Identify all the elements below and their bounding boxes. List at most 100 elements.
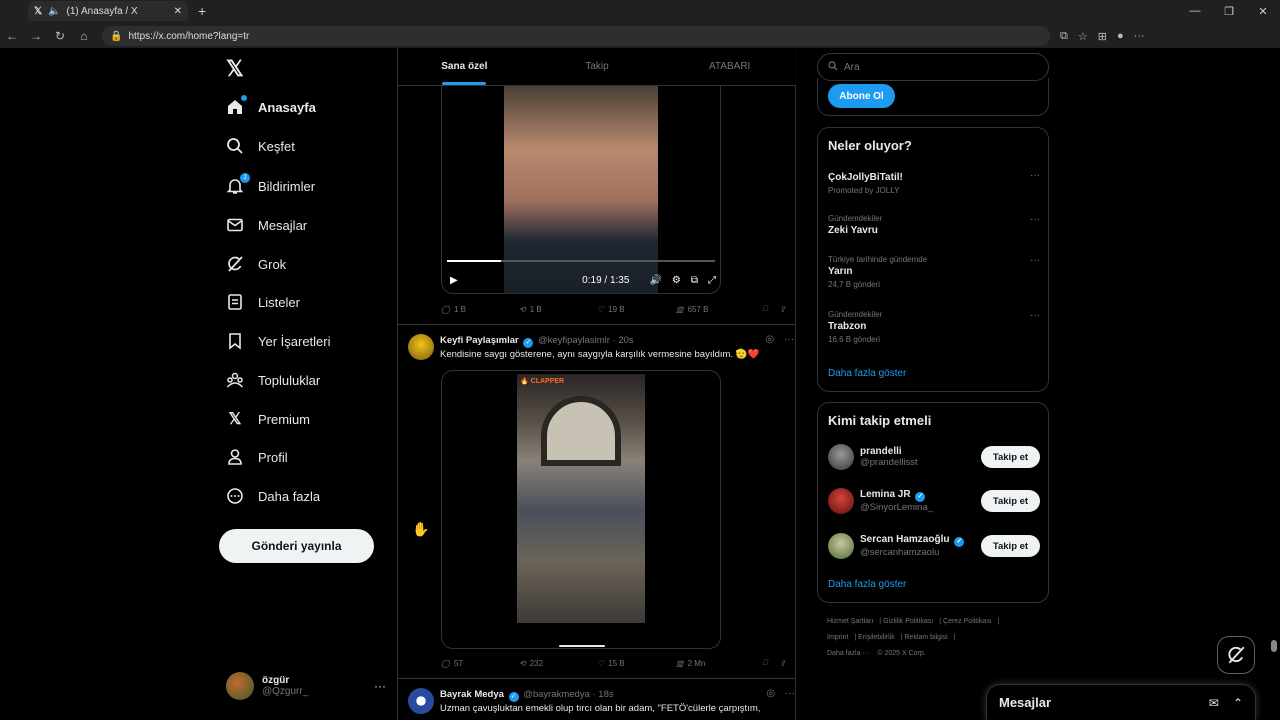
- footer-link[interactable]: Hizmet Şartları: [827, 618, 873, 625]
- tab-atabari[interactable]: ATABARI: [663, 48, 796, 85]
- views-button[interactable]: ▥ 657 B: [676, 305, 757, 314]
- avatar[interactable]: [408, 688, 434, 714]
- post-header: Bayrak Medya ✓ @bayrakmedya · 18s Uzman …: [408, 688, 795, 716]
- menu-icon[interactable]: ···: [1134, 30, 1145, 43]
- nav-explore[interactable]: Keşfet: [226, 133, 295, 159]
- address-bar[interactable]: 🔒 https://x.com/home?lang=tr: [102, 26, 1050, 46]
- footer-link[interactable]: Reklam bilgisi: [905, 634, 948, 641]
- x-logo-icon[interactable]: 𝕏: [226, 56, 244, 82]
- author-handle[interactable]: @keyfipaylasimlr: [538, 335, 610, 346]
- nav-lists[interactable]: Listeler: [226, 289, 300, 315]
- follow-suggestion[interactable]: Sercan Hamzaoğlu ✓ @sercanhamzaolu Takip…: [828, 531, 1040, 561]
- nav-notifications[interactable]: 1 Bildirimler: [226, 173, 315, 199]
- fullscreen-icon[interactable]: ⤢: [708, 275, 716, 286]
- more-dots-icon[interactable]: ···: [1030, 170, 1040, 181]
- nav-more[interactable]: Daha fazla: [226, 483, 320, 509]
- more-dots-icon[interactable]: ···: [784, 334, 794, 345]
- follow-button[interactable]: Takip et: [981, 490, 1040, 512]
- back-button[interactable]: ←: [0, 29, 24, 43]
- forward-button[interactable]: →: [24, 29, 48, 43]
- repost-button[interactable]: ⟲ 232: [519, 659, 597, 668]
- expand-icon[interactable]: ⌃: [1233, 696, 1243, 710]
- favorites-icon[interactable]: ☆: [1078, 30, 1088, 43]
- grok-float-button[interactable]: [1217, 636, 1255, 674]
- nav-communities[interactable]: Topluluklar: [226, 367, 320, 393]
- more-dots-icon[interactable]: ···: [374, 679, 386, 693]
- show-more-link[interactable]: Daha fazla göster: [828, 579, 906, 590]
- trend-item[interactable]: Türkiye tarihinde gündemde Yarın 24,7 B …: [828, 255, 1040, 289]
- nav-grok[interactable]: Grok: [226, 251, 286, 277]
- footer-link[interactable]: Çerez Politikası: [943, 618, 992, 625]
- more-dots-icon[interactable]: ···: [1030, 214, 1040, 225]
- post-time[interactable]: · 18s: [593, 689, 614, 700]
- like-button[interactable]: ♡ 15 B: [597, 659, 676, 668]
- author-handle[interactable]: @bayrakmedya: [523, 689, 590, 700]
- notification-badge: 1: [240, 173, 250, 183]
- reply-button[interactable]: ◯ 57: [441, 659, 519, 668]
- video-progress[interactable]: [447, 260, 715, 262]
- more-dots-icon[interactable]: ···: [1030, 255, 1040, 266]
- new-message-icon[interactable]: ✉: [1209, 696, 1219, 710]
- footer-link[interactable]: Daha fazla ···: [827, 650, 869, 657]
- follow-button[interactable]: Takip et: [981, 535, 1040, 557]
- grok-icon[interactable]: ◎: [766, 688, 775, 699]
- settings-icon[interactable]: ⚙: [672, 275, 681, 286]
- tab-following[interactable]: Takip: [531, 48, 664, 85]
- like-button[interactable]: ♡ 19 B: [597, 305, 676, 314]
- nav-profile[interactable]: Profil: [226, 444, 288, 470]
- post-time[interactable]: · 20s: [613, 335, 634, 346]
- footer-link[interactable]: Imprint: [827, 634, 848, 641]
- bookmark-icon[interactable]: ⎕: [762, 304, 767, 314]
- bookmark-icon[interactable]: ⎕: [762, 658, 767, 668]
- scrollbar-thumb[interactable]: [1271, 640, 1277, 652]
- more-dots-icon[interactable]: ···: [785, 688, 795, 699]
- trend-item[interactable]: Gündemdekiler Zeki Yavru ···: [828, 214, 1040, 236]
- nav-bookmarks[interactable]: Yer İşaretleri: [226, 328, 331, 354]
- volume-icon[interactable]: 🔊: [649, 275, 661, 286]
- follow-suggestion[interactable]: prandelli @prandellisst Takip et: [828, 442, 1040, 472]
- nav-home[interactable]: Anasayfa: [226, 94, 316, 120]
- scrollbar[interactable]: [1270, 48, 1278, 720]
- minimize-button[interactable]: —: [1178, 0, 1212, 22]
- views-button[interactable]: ▥ 2 Mn: [676, 659, 757, 668]
- new-tab-button[interactable]: +: [198, 3, 206, 19]
- nav-premium[interactable]: 𝕏 Premium: [226, 406, 310, 432]
- author-name[interactable]: Bayrak Medya: [440, 689, 504, 700]
- trend-item[interactable]: ÇokJollyBiTatil! Promoted by JOLLY ···: [828, 170, 1040, 195]
- reply-button[interactable]: ◯ 1 B: [441, 305, 519, 314]
- share-icon[interactable]: ⇪: [779, 305, 786, 314]
- close-tab-icon[interactable]: ✕: [174, 6, 182, 17]
- trend-item[interactable]: Gündemdekiler Trabzon 16,6 B gönderi ···: [828, 310, 1040, 344]
- search-input[interactable]: Ara: [817, 53, 1049, 81]
- video-player[interactable]: 🔥 CLAPPER: [441, 370, 721, 649]
- browser-tab[interactable]: 𝕏 🔈 (1) Anasayfa / X ✕: [28, 1, 188, 21]
- reload-button[interactable]: ↻: [48, 29, 72, 43]
- pip-icon[interactable]: ⧉: [691, 275, 698, 286]
- grok-icon[interactable]: ◎: [765, 334, 774, 345]
- footer-link[interactable]: Gizlilik Politikası: [883, 618, 933, 625]
- nav-messages[interactable]: Mesajlar: [226, 212, 307, 238]
- maximize-button[interactable]: ❐: [1212, 0, 1246, 22]
- avatar[interactable]: [408, 334, 434, 360]
- repost-button[interactable]: ⟲ 1 B: [519, 305, 597, 314]
- more-dots-icon[interactable]: ···: [1030, 310, 1040, 321]
- subscribe-button[interactable]: Abone Ol: [828, 84, 895, 108]
- close-window-button[interactable]: ✕: [1246, 0, 1280, 22]
- extensions-icon[interactable]: ⧉: [1060, 30, 1068, 43]
- author-name[interactable]: Keyfi Paylaşımlar: [440, 335, 519, 346]
- video-progress[interactable]: [559, 645, 605, 647]
- show-more-link[interactable]: Daha fazla göster: [828, 368, 906, 379]
- tab-for-you[interactable]: Sana özel: [398, 48, 531, 85]
- share-icon[interactable]: ⇪: [779, 659, 786, 668]
- follow-suggestion[interactable]: Lemina JR ✓ @SinyorLemina_ Takip et: [828, 486, 1040, 516]
- post-button[interactable]: Gönderi yayınla: [219, 529, 374, 563]
- follow-button[interactable]: Takip et: [981, 446, 1040, 468]
- collections-icon[interactable]: ⊞: [1098, 30, 1107, 43]
- play-icon[interactable]: ▶: [450, 275, 458, 286]
- footer-link[interactable]: Erişilebilirlik: [858, 634, 895, 641]
- messages-drawer[interactable]: Mesajlar ✉ ⌃: [986, 684, 1256, 720]
- video-player[interactable]: ▶ 0:19 / 1:35 🔊 ⚙ ⧉ ⤢: [441, 86, 721, 294]
- profile-icon[interactable]: ●: [1117, 30, 1124, 43]
- account-switcher[interactable]: özgür @Qzgurr_ ···: [226, 668, 386, 704]
- home-button[interactable]: ⌂: [72, 29, 96, 43]
